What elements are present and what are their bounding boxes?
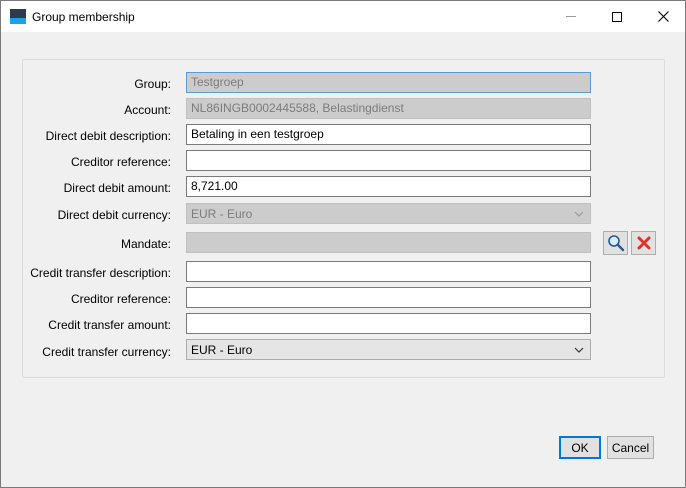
direct-debit-currency-value: EUR - Euro — [191, 206, 253, 221]
window-title: Group membership — [32, 10, 135, 24]
cancel-button[interactable]: Cancel — [607, 436, 654, 459]
credit-transfer-description-label: Credit transfer description: — [30, 266, 171, 280]
direct-debit-currency-label: Direct debit currency: — [57, 208, 171, 222]
close-button[interactable] — [640, 1, 686, 32]
group-field: Testgroep — [186, 72, 591, 93]
mandate-field — [186, 232, 591, 253]
minimize-icon — [566, 16, 576, 17]
direct-debit-description-input[interactable]: Betaling in een testgroep — [186, 124, 591, 145]
account-value: NL86INGB0002445588, Belastingdienst — [191, 101, 404, 115]
credit-transfer-description-input[interactable] — [186, 261, 591, 282]
ok-button[interactable]: OK — [559, 436, 601, 459]
credit-creditor-reference-input[interactable] — [186, 287, 591, 308]
group-membership-dialog: Group membership Group: Testgroep Accoun… — [0, 0, 686, 488]
app-icon — [10, 9, 26, 24]
red-x-icon — [637, 236, 650, 250]
direct-debit-description-label: Direct debit description: — [45, 129, 171, 143]
debit-creditor-reference-input[interactable] — [186, 150, 591, 171]
debit-creditor-reference-label: Creditor reference: — [70, 155, 171, 169]
group-value: Testgroep — [191, 75, 244, 89]
mandate-clear-button[interactable] — [631, 231, 656, 255]
direct-debit-amount-input[interactable]: 8,721.00 — [186, 176, 591, 197]
maximize-icon — [612, 11, 622, 22]
account-label: Account: — [124, 103, 171, 117]
close-icon — [657, 11, 669, 22]
chevron-down-icon — [574, 347, 584, 353]
group-label: Group: — [134, 77, 171, 91]
magnifier-icon — [607, 235, 624, 252]
credit-transfer-currency-value: EUR - Euro — [191, 342, 253, 357]
credit-creditor-reference-label: Creditor reference: — [70, 292, 171, 306]
title-bar[interactable]: Group membership — [1, 1, 685, 32]
chevron-down-icon — [574, 211, 584, 217]
credit-transfer-currency-label: Credit transfer currency: — [42, 345, 171, 359]
direct-debit-amount-value: 8,721.00 — [191, 179, 238, 193]
direct-debit-amount-label: Direct debit amount: — [63, 181, 171, 195]
credit-transfer-amount-label: Credit transfer amount: — [48, 318, 171, 332]
direct-debit-currency-select: EUR - Euro — [186, 203, 591, 224]
direct-debit-description-value: Betaling in een testgroep — [191, 127, 324, 141]
minimize-button[interactable] — [548, 1, 594, 32]
credit-transfer-amount-input[interactable] — [186, 313, 591, 334]
credit-transfer-currency-select[interactable]: EUR - Euro — [186, 339, 591, 360]
mandate-label: Mandate: — [120, 237, 171, 251]
maximize-button[interactable] — [594, 1, 640, 32]
account-field: NL86INGB0002445588, Belastingdienst — [186, 98, 591, 119]
mandate-search-button[interactable] — [603, 231, 628, 255]
